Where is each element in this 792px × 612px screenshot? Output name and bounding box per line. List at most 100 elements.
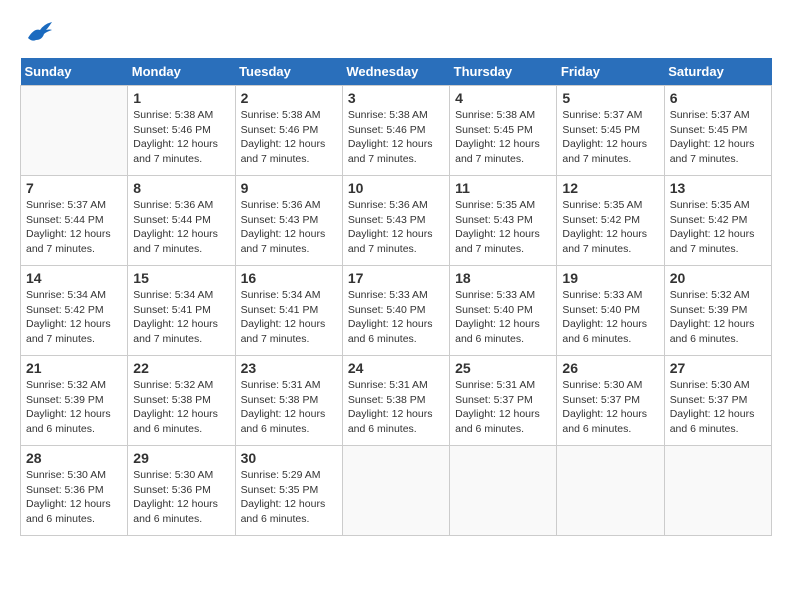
calendar-cell: 25 Sunrise: 5:31 AM Sunset: 5:37 PM Dayli… [450,356,557,446]
calendar-header: SundayMondayTuesdayWednesdayThursdayFrid… [21,58,772,86]
calendar-cell [557,446,664,536]
day-number: 16 [241,270,337,286]
calendar-cell: 29 Sunrise: 5:30 AM Sunset: 5:36 PM Dayli… [128,446,235,536]
calendar-cell: 16Sunrise: 5:34 AM Sunset: 5:41 PM Dayli… [235,266,342,356]
day-number: 22 [133,360,229,376]
day-number: 11 [455,180,551,196]
calendar-cell: 11 Sunrise: 5:35 AM Sunset: 5:43 PM Dayli… [450,176,557,266]
header-day-saturday: Saturday [664,58,771,86]
day-number: 29 [133,450,229,466]
header-day-friday: Friday [557,58,664,86]
cell-info: Sunrise: 5:33 AM Sunset: 5:40 PM Dayligh… [455,288,551,347]
cell-info: Sunrise: 5:38 AM Sunset: 5:46 PM Dayligh… [348,108,444,167]
cell-info: Sunrise: 5:32 AM Sunset: 5:39 PM Dayligh… [670,288,766,347]
header-day-monday: Monday [128,58,235,86]
cell-info: Sunrise: 5:37 AM Sunset: 5:45 PM Dayligh… [670,108,766,167]
day-number: 3 [348,90,444,106]
cell-info: Sunrise: 5:34 AM Sunset: 5:42 PM Dayligh… [26,288,122,347]
day-number: 1 [133,90,229,106]
cell-info: Sunrise: 5:38 AM Sunset: 5:45 PM Dayligh… [455,108,551,167]
calendar-cell: 24 Sunrise: 5:31 AM Sunset: 5:38 PM Dayli… [342,356,449,446]
calendar-cell: 27 Sunrise: 5:30 AM Sunset: 5:37 PM Dayli… [664,356,771,446]
cell-info: Sunrise: 5:35 AM Sunset: 5:42 PM Dayligh… [562,198,658,257]
calendar-cell: 9 Sunrise: 5:36 AM Sunset: 5:43 PM Daylig… [235,176,342,266]
day-number: 5 [562,90,658,106]
cell-info: Sunrise: 5:32 AM Sunset: 5:39 PM Dayligh… [26,378,122,437]
calendar-cell: 10 Sunrise: 5:36 AM Sunset: 5:43 PM Dayli… [342,176,449,266]
day-number: 15 [133,270,229,286]
cell-info: Sunrise: 5:35 AM Sunset: 5:42 PM Dayligh… [670,198,766,257]
cell-info: Sunrise: 5:36 AM Sunset: 5:43 PM Dayligh… [348,198,444,257]
day-number: 17 [348,270,444,286]
day-number: 10 [348,180,444,196]
day-number: 9 [241,180,337,196]
day-number: 4 [455,90,551,106]
cell-info: Sunrise: 5:30 AM Sunset: 5:36 PM Dayligh… [26,468,122,527]
calendar-cell [21,86,128,176]
cell-info: Sunrise: 5:30 AM Sunset: 5:36 PM Dayligh… [133,468,229,527]
cell-info: Sunrise: 5:31 AM Sunset: 5:38 PM Dayligh… [241,378,337,437]
day-number: 21 [26,360,122,376]
header-day-tuesday: Tuesday [235,58,342,86]
day-number: 27 [670,360,766,376]
cell-info: Sunrise: 5:36 AM Sunset: 5:43 PM Dayligh… [241,198,337,257]
logo [20,20,54,42]
calendar-cell: 18 Sunrise: 5:33 AM Sunset: 5:40 PM Dayli… [450,266,557,356]
calendar-cell: 13 Sunrise: 5:35 AM Sunset: 5:42 PM Dayli… [664,176,771,266]
day-number: 23 [241,360,337,376]
cell-info: Sunrise: 5:34 AM Sunset: 5:41 PM Dayligh… [133,288,229,347]
cell-info: Sunrise: 5:37 AM Sunset: 5:44 PM Dayligh… [26,198,122,257]
cell-info: Sunrise: 5:32 AM Sunset: 5:38 PM Dayligh… [133,378,229,437]
header-day-wednesday: Wednesday [342,58,449,86]
week-row-2: 14 Sunrise: 5:34 AM Sunset: 5:42 PM Dayli… [21,266,772,356]
day-number: 7 [26,180,122,196]
cell-info: Sunrise: 5:33 AM Sunset: 5:40 PM Dayligh… [348,288,444,347]
calendar-cell: 8Sunrise: 5:36 AM Sunset: 5:44 PM Daylig… [128,176,235,266]
cell-info: Sunrise: 5:31 AM Sunset: 5:37 PM Dayligh… [455,378,551,437]
calendar-cell: 26 Sunrise: 5:30 AM Sunset: 5:37 PM Dayli… [557,356,664,446]
calendar-cell: 4 Sunrise: 5:38 AM Sunset: 5:45 PM Daylig… [450,86,557,176]
calendar-cell: 14 Sunrise: 5:34 AM Sunset: 5:42 PM Dayli… [21,266,128,356]
cell-info: Sunrise: 5:29 AM Sunset: 5:35 PM Dayligh… [241,468,337,527]
day-number: 26 [562,360,658,376]
calendar-cell [664,446,771,536]
week-row-1: 7 Sunrise: 5:37 AM Sunset: 5:44 PM Daylig… [21,176,772,266]
cell-info: Sunrise: 5:38 AM Sunset: 5:46 PM Dayligh… [241,108,337,167]
calendar-cell: 3 Sunrise: 5:38 AM Sunset: 5:46 PM Daylig… [342,86,449,176]
calendar-cell: 12 Sunrise: 5:35 AM Sunset: 5:42 PM Dayli… [557,176,664,266]
day-number: 6 [670,90,766,106]
calendar-cell: 5 Sunrise: 5:37 AM Sunset: 5:45 PM Daylig… [557,86,664,176]
cell-info: Sunrise: 5:33 AM Sunset: 5:40 PM Dayligh… [562,288,658,347]
day-number: 30 [241,450,337,466]
calendar-cell: 17 Sunrise: 5:33 AM Sunset: 5:40 PM Dayli… [342,266,449,356]
cell-info: Sunrise: 5:30 AM Sunset: 5:37 PM Dayligh… [562,378,658,437]
cell-info: Sunrise: 5:35 AM Sunset: 5:43 PM Dayligh… [455,198,551,257]
day-number: 28 [26,450,122,466]
calendar-cell: 21 Sunrise: 5:32 AM Sunset: 5:39 PM Dayli… [21,356,128,446]
calendar-body: 1 Sunrise: 5:38 AM Sunset: 5:46 PM Daylig… [21,86,772,536]
day-number: 20 [670,270,766,286]
calendar-cell: 7 Sunrise: 5:37 AM Sunset: 5:44 PM Daylig… [21,176,128,266]
cell-info: Sunrise: 5:31 AM Sunset: 5:38 PM Dayligh… [348,378,444,437]
day-number: 13 [670,180,766,196]
header-day-sunday: Sunday [21,58,128,86]
cell-info: Sunrise: 5:30 AM Sunset: 5:37 PM Dayligh… [670,378,766,437]
day-number: 12 [562,180,658,196]
day-number: 2 [241,90,337,106]
calendar-cell: 30 Sunrise: 5:29 AM Sunset: 5:35 PM Dayli… [235,446,342,536]
cell-info: Sunrise: 5:37 AM Sunset: 5:45 PM Dayligh… [562,108,658,167]
week-row-0: 1 Sunrise: 5:38 AM Sunset: 5:46 PM Daylig… [21,86,772,176]
calendar-cell: 2 Sunrise: 5:38 AM Sunset: 5:46 PM Daylig… [235,86,342,176]
week-row-3: 21 Sunrise: 5:32 AM Sunset: 5:39 PM Dayli… [21,356,772,446]
cell-info: Sunrise: 5:36 AM Sunset: 5:44 PM Dayligh… [133,198,229,257]
day-number: 24 [348,360,444,376]
day-number: 25 [455,360,551,376]
calendar-cell [450,446,557,536]
day-number: 14 [26,270,122,286]
day-number: 19 [562,270,658,286]
header-row: SundayMondayTuesdayWednesdayThursdayFrid… [21,58,772,86]
calendar-cell [342,446,449,536]
calendar-cell: 23 Sunrise: 5:31 AM Sunset: 5:38 PM Dayli… [235,356,342,446]
day-number: 18 [455,270,551,286]
calendar-cell: 20 Sunrise: 5:32 AM Sunset: 5:39 PM Dayli… [664,266,771,356]
